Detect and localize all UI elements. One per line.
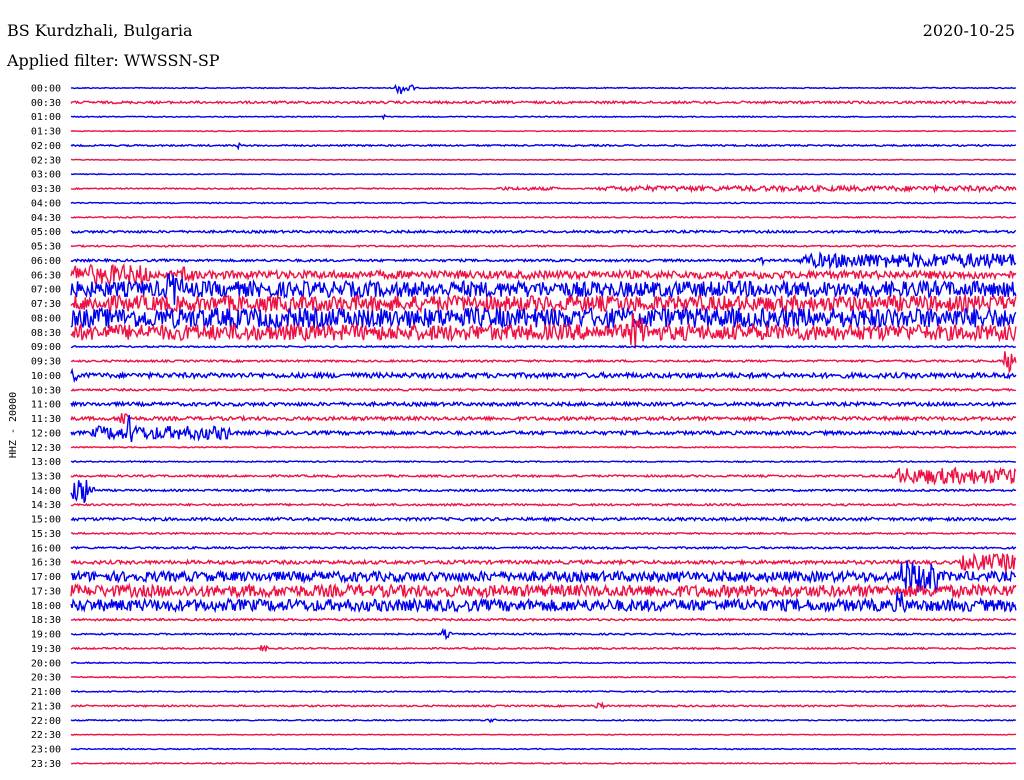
trace-row-1030 — [70, 387, 1016, 393]
row-time-label: 17:00 — [31, 572, 61, 583]
trace-row-2030 — [70, 675, 1016, 679]
trace-row-0200 — [70, 141, 1017, 151]
trace-row-1630 — [70, 552, 1017, 573]
row-time-label: 11:00 — [31, 400, 61, 411]
trace-row-1500 — [70, 515, 1017, 523]
trace-row-0930 — [70, 351, 1017, 374]
row-time-label: 10:30 — [31, 385, 61, 396]
row-time-label: 07:30 — [31, 299, 61, 310]
row-time-label: 05:00 — [31, 227, 61, 238]
trace-row-1330 — [70, 466, 1017, 486]
trace-row-1930 — [70, 644, 1017, 652]
row-time-label: 09:00 — [31, 342, 61, 353]
trace-row-0430 — [70, 215, 1017, 219]
row-time-label: 18:30 — [31, 615, 61, 626]
trace-row-0130 — [70, 129, 1016, 133]
row-time-label: 02:00 — [31, 141, 61, 152]
row-time-label: 11:30 — [31, 414, 61, 425]
row-time-label: 08:30 — [31, 328, 61, 339]
trace-row-0530 — [70, 244, 1017, 249]
trace-row-0900 — [70, 344, 1016, 349]
row-time-label: 16:00 — [31, 543, 61, 554]
row-time-label: 09:30 — [31, 357, 61, 368]
row-time-label: 01:00 — [31, 112, 61, 123]
row-time-label: 22:00 — [31, 716, 61, 727]
trace-row-2330 — [70, 761, 1017, 765]
trace-row-0000 — [70, 83, 1017, 95]
trace-row-0600 — [70, 251, 1017, 270]
trace-row-0630 — [70, 262, 1017, 286]
trace-row-0300 — [71, 172, 1017, 176]
trace-row-2230 — [70, 733, 1017, 736]
row-time-label: 23:30 — [31, 759, 61, 770]
row-time-label: 19:00 — [31, 630, 61, 641]
seismic-traces — [70, 83, 1017, 765]
row-time-label: 13:00 — [31, 457, 61, 468]
row-time-label: 06:00 — [31, 256, 61, 267]
row-time-label: 02:30 — [31, 155, 61, 166]
row-time-label: 04:00 — [31, 198, 61, 209]
trace-row-1830 — [70, 617, 1017, 622]
trace-row-1100 — [70, 400, 1017, 408]
trace-row-0330 — [70, 183, 1017, 194]
row-time-label: 03:30 — [31, 184, 61, 195]
trace-row-1230 — [70, 445, 1017, 449]
row-time-label: 16:30 — [31, 558, 61, 569]
time-tick-labels: 00:00 00:30 01:00 01:30 02:00 02:30 03:00 03:30… — [31, 84, 61, 770]
row-time-label: 12:00 — [31, 428, 61, 439]
row-time-label: 08:00 — [31, 313, 61, 324]
channel-label: HHZ - 20000 — [8, 392, 19, 458]
row-time-label: 17:30 — [31, 586, 61, 597]
trace-row-2300 — [70, 747, 1016, 751]
trace-row-1600 — [70, 545, 1017, 551]
row-time-label: 15:00 — [31, 515, 61, 526]
row-time-label: 15:30 — [31, 529, 61, 540]
trace-row-1130 — [70, 413, 1017, 425]
row-time-label: 07:00 — [31, 285, 61, 296]
trace-row-1300 — [70, 459, 1017, 464]
row-time-label: 05:30 — [31, 242, 61, 253]
row-time-label: 23:00 — [31, 745, 61, 756]
trace-row-2100 — [70, 690, 1017, 694]
trace-row-0100 — [70, 113, 1016, 121]
row-time-label: 18:00 — [31, 601, 61, 612]
row-time-label: 12:30 — [31, 443, 61, 454]
row-time-label: 21:00 — [31, 687, 61, 698]
trace-row-1430 — [70, 502, 1017, 508]
trace-row-2200 — [70, 718, 1016, 724]
trace-row-1900 — [70, 627, 1017, 641]
row-time-label: 00:30 — [31, 98, 61, 109]
trace-row-2000 — [70, 661, 1017, 665]
trace-row-1400 — [70, 479, 1017, 503]
row-time-label: 13:30 — [31, 471, 61, 482]
row-time-label: 04:30 — [31, 213, 61, 224]
row-time-label: 22:30 — [31, 730, 61, 741]
trace-row-1530 — [70, 531, 1017, 536]
trace-row-1000 — [70, 367, 1017, 384]
row-time-label: 19:30 — [31, 644, 61, 655]
row-time-label: 10:00 — [31, 371, 61, 382]
row-time-label: 21:30 — [31, 701, 61, 712]
row-time-label: 20:30 — [31, 673, 61, 684]
row-time-label: 01:30 — [31, 127, 61, 138]
trace-row-2130 — [70, 701, 1017, 710]
trace-row-0500 — [70, 228, 1017, 235]
helicorder-plot: HHZ - 20000 00:00 00:30 01:00 01:30 02:00 02:… — [8, 83, 1017, 770]
row-time-label: 20:00 — [31, 658, 61, 669]
row-time-label: 00:00 — [31, 84, 61, 95]
row-time-label: 03:00 — [31, 170, 61, 181]
trace-row-0230 — [71, 158, 1017, 162]
trace-row-1730 — [70, 582, 1017, 600]
trace-row-0400 — [70, 201, 1016, 205]
trace-row-0730 — [70, 293, 1017, 314]
row-time-label: 06:30 — [31, 270, 61, 281]
trace-row-0030 — [70, 99, 1017, 106]
row-time-label: 14:00 — [31, 486, 61, 497]
row-time-label: 14:30 — [31, 500, 61, 511]
